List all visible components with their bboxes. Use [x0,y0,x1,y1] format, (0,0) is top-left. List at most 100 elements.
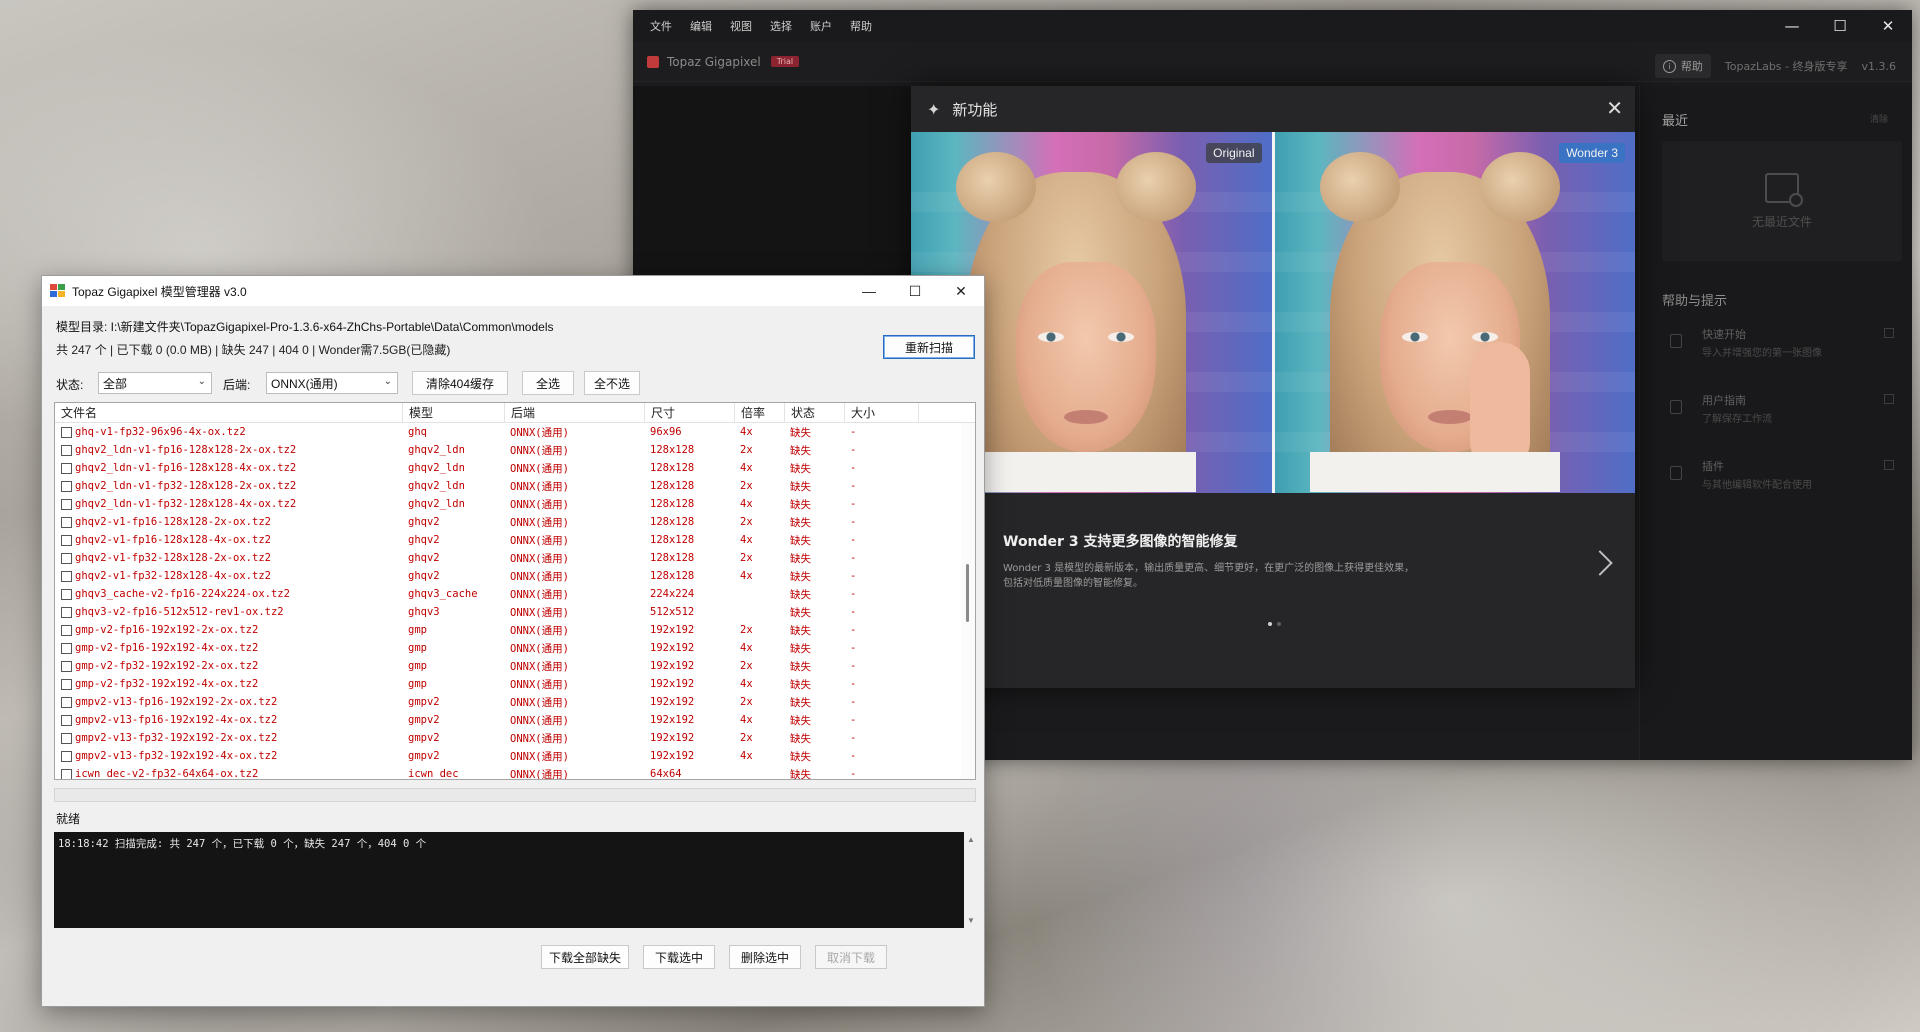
next-arrow-icon[interactable] [1587,550,1613,576]
table-vertical-scrollbar[interactable] [961,423,975,779]
row-checkbox[interactable] [61,606,72,618]
page-dot-2[interactable] [1277,622,1281,626]
external-link-icon [1884,394,1894,404]
clear-404-cache-button[interactable]: 清除404缓存 [412,371,508,395]
table-horizontal-scrollbar[interactable] [54,788,976,802]
cell-model: ghqv2 [408,516,440,528]
log-output[interactable]: 18:18:42 扫描完成: 共 247 个，已下载 0 个，缺失 247 个，… [54,832,964,928]
cell-filename: ghqv2_ldn-v1-fp16-128x128-4x-ox.tz2 [55,462,403,474]
row-checkbox[interactable] [61,498,72,510]
menu-file[interactable]: 文件 [641,18,681,34]
status-filter-select[interactable]: 全部 ⌄ [98,372,212,394]
download-selected-button[interactable]: 下载选中 [643,945,715,969]
maximize-button[interactable]: ☐ [1816,10,1864,42]
row-checkbox[interactable] [61,462,72,474]
menu-edit[interactable]: 编辑 [681,18,721,34]
row-checkbox[interactable] [61,714,72,726]
row-checkbox[interactable] [61,534,72,546]
row-checkbox[interactable] [61,480,72,492]
table-row[interactable]: ghqv3_cache-v2-fp16-224x224-ox.tz2 ghqv3_… [55,585,975,603]
rescan-button[interactable]: 重新扫描 [883,335,975,359]
row-checkbox[interactable] [61,588,72,600]
scrollbar-thumb[interactable] [966,564,969,622]
scroll-up-icon[interactable]: ▲ [967,835,975,844]
table-row[interactable]: ghqv2_ldn-v1-fp16-128x128-2x-ox.tz2 ghqv2… [55,441,975,459]
account-text[interactable]: TopazLabs - 终身版专享 [1725,58,1848,74]
help-button[interactable]: i 帮助 [1654,54,1711,78]
row-checkbox[interactable] [61,624,72,636]
row-checkbox[interactable] [61,570,72,582]
col-filesize[interactable]: 大小 [845,403,919,422]
col-backend[interactable]: 后端 [505,403,645,422]
table-row[interactable]: ghqv2_ldn-v1-fp16-128x128-4x-ox.tz2 ghqv2… [55,459,975,477]
cell-backend: ONNX(通用) [510,696,569,709]
status-filter-label: 状态: [56,378,84,392]
cell-filesize: - [850,750,857,762]
close-button[interactable]: ✕ [938,276,984,306]
table-row[interactable]: ghqv3-v2-fp16-512x512-rev1-ox.tz2 ghqv3 ON… [55,603,975,621]
table-row[interactable]: ghqv2-v1-fp16-128x128-2x-ox.tz2 ghqv2 ONNX… [55,513,975,531]
tip-plugins[interactable]: 插件 与其他编辑软件配合使用 [1662,458,1902,516]
row-checkbox[interactable] [61,516,72,528]
maximize-button[interactable]: ☐ [892,276,938,306]
table-row[interactable]: gmpv2-v13-fp16-192x192-4x-ox.tz2 gmpv2 ONN… [55,711,975,729]
row-checkbox[interactable] [61,732,72,744]
cell-model: gmp [408,660,427,672]
table-row[interactable]: ghqv2-v1-fp32-128x128-2x-ox.tz2 ghqv2 ONNX… [55,549,975,567]
cell-filesize: - [850,552,857,564]
cell-size: 224x224 [650,588,695,600]
cancel-download-button[interactable]: 取消下载 [815,945,887,969]
table-row[interactable]: gmpv2-v13-fp32-192x192-2x-ox.tz2 gmpv2 ONN… [55,729,975,747]
row-checkbox[interactable] [61,444,72,456]
cell-scale: 2x [740,444,753,456]
menu-account[interactable]: 账户 [801,18,841,34]
maximize-icon: ☐ [908,282,922,299]
tip-user-guide[interactable]: 用户指南 了解保存工作流 [1662,392,1902,450]
table-row[interactable]: gmp-v2-fp32-192x192-4x-ox.tz2 gmp ONNX(通用)… [55,675,975,693]
select-all-button[interactable]: 全选 [522,371,574,395]
row-checkbox[interactable] [61,768,72,779]
download-all-missing-button[interactable]: 下载全部缺失 [541,945,629,969]
delete-selected-button[interactable]: 删除选中 [729,945,801,969]
row-checkbox[interactable] [61,750,72,762]
row-checkbox[interactable] [61,552,72,564]
table-row[interactable]: ghq-v1-fp32-96x96-4x-ox.tz2 ghq ONNX(通用) 96… [55,423,975,441]
recent-clear-button[interactable]: 清除 [1870,112,1888,125]
scroll-down-icon[interactable]: ▼ [967,916,975,925]
close-icon[interactable]: ✕ [1606,96,1623,120]
cell-model: ghqv2_ldn [408,498,465,510]
close-button[interactable]: ✕ [1864,10,1912,42]
page-dot-1[interactable] [1268,622,1272,626]
row-checkbox[interactable] [61,426,72,438]
col-model[interactable]: 模型 [403,403,505,422]
select-none-button[interactable]: 全不选 [584,371,640,395]
table-row[interactable]: ghqv2_ldn-v1-fp32-128x128-2x-ox.tz2 ghqv2… [55,477,975,495]
table-row[interactable]: ghqv2_ldn-v1-fp32-128x128-4x-ox.tz2 ghqv2… [55,495,975,513]
menu-select[interactable]: 选择 [761,18,801,34]
col-filename[interactable]: 文件名 [55,403,403,422]
minimize-button[interactable]: — [846,276,892,306]
col-scale[interactable]: 倍率 [735,403,785,422]
table-row[interactable]: icwn_dec-v2-fp32-64x64-ox.tz2 icwn_dec ONN… [55,765,975,779]
row-checkbox[interactable] [61,696,72,708]
log-scrollbar[interactable]: ▲ ▼ [964,832,978,928]
table-row[interactable]: ghqv2-v1-fp16-128x128-4x-ox.tz2 ghqv2 ONNX… [55,531,975,549]
row-checkbox[interactable] [61,678,72,690]
table-row[interactable]: gmpv2-v13-fp32-192x192-4x-ox.tz2 gmpv2 ONN… [55,747,975,765]
row-checkbox[interactable] [61,660,72,672]
tip-quick-start[interactable]: 快速开始 导入并增强您的第一张图像 [1662,326,1902,384]
menu-view[interactable]: 视图 [721,18,761,34]
cell-size: 128x128 [650,534,695,546]
minimize-button[interactable]: — [1768,10,1816,42]
menu-help[interactable]: 帮助 [841,18,881,34]
maximize-icon: ☐ [1833,17,1847,35]
backend-filter-select[interactable]: ONNX(通用) ⌄ [266,372,398,394]
col-size[interactable]: 尺寸 [645,403,735,422]
table-row[interactable]: gmp-v2-fp32-192x192-2x-ox.tz2 gmp ONNX(通用)… [55,657,975,675]
col-status[interactable]: 状态 [785,403,845,422]
table-row[interactable]: ghqv2-v1-fp32-128x128-4x-ox.tz2 ghqv2 ONNX… [55,567,975,585]
table-row[interactable]: gmp-v2-fp16-192x192-2x-ox.tz2 gmp ONNX(通用)… [55,621,975,639]
table-row[interactable]: gmp-v2-fp16-192x192-4x-ox.tz2 gmp ONNX(通用)… [55,639,975,657]
row-checkbox[interactable] [61,642,72,654]
table-row[interactable]: gmpv2-v13-fp16-192x192-2x-ox.tz2 gmpv2 ONN… [55,693,975,711]
